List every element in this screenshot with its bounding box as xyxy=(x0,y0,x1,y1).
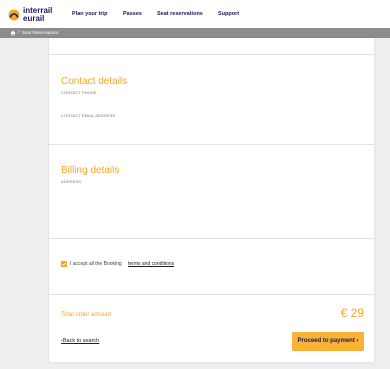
nav-plan-your-trip[interactable]: Plan your trip xyxy=(72,11,107,17)
proceed-to-payment-button[interactable]: Proceed to payment › xyxy=(292,332,364,351)
checkout-card: Contact details CONTACT PHONE CONTACT EM… xyxy=(49,38,374,362)
back-to-search-label: Back to search xyxy=(62,338,100,344)
interrail-eurail-logo[interactable]: interrail eurail xyxy=(8,7,68,25)
logo-line-eurail: eurail xyxy=(23,14,45,23)
back-to-search-link[interactable]: ‹Back to search xyxy=(61,338,99,344)
divider xyxy=(49,144,374,145)
checkmark-icon xyxy=(62,262,66,266)
contact-phone-label: CONTACT PHONE xyxy=(61,90,97,95)
nav-support[interactable]: Support xyxy=(218,11,239,17)
site-header: interrail eurail Plan your trip Passes S… xyxy=(0,0,390,28)
logo-icon xyxy=(8,9,20,21)
breadcrumb: › Seat Reservations xyxy=(0,28,390,38)
total-order-label: Total order amount xyxy=(61,312,112,318)
nav-passes[interactable]: Passes xyxy=(123,11,142,17)
breadcrumb-current: Seat Reservations xyxy=(22,30,59,35)
total-order-amount: € 29 xyxy=(340,306,364,320)
divider xyxy=(49,294,374,295)
contact-details-title: Contact details xyxy=(61,76,128,87)
divider xyxy=(49,238,374,239)
billing-details-title: Billing details xyxy=(61,165,120,176)
billing-address-label: ADDRESS xyxy=(61,179,82,184)
chevron-right-icon: › xyxy=(18,29,20,35)
terms-text: I accept all the Booking xyxy=(70,261,122,267)
nav-seat-reservations[interactable]: Seat reservations xyxy=(157,11,203,17)
logo-wordmark: interrail eurail xyxy=(23,7,52,23)
divider xyxy=(49,54,374,55)
contact-email-label: CONTACT EMAIL ADDRESS xyxy=(61,113,116,118)
home-icon[interactable] xyxy=(10,30,16,36)
chevron-right-icon: › xyxy=(354,338,359,344)
terms-checkbox[interactable] xyxy=(61,261,67,267)
terms-and-conditions-link[interactable]: terms and conditions xyxy=(128,261,174,267)
proceed-to-payment-label: Proceed to payment xyxy=(297,338,355,344)
